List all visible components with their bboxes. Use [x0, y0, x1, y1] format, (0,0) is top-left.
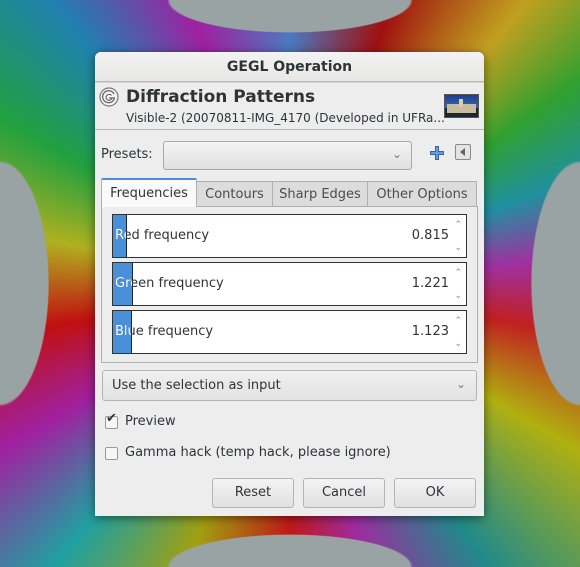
operation-header: Diffraction Patterns Visible-2 (20070811…	[95, 82, 484, 130]
checkmark-icon: ✔	[106, 411, 117, 426]
chevron-down-icon: ⌄	[391, 147, 402, 161]
gamma-hack-label: Gamma hack (temp hack, please ignore)	[125, 445, 391, 460]
tab-sharp-edges[interactable]: Sharp Edges	[272, 181, 368, 206]
blue-frequency-slider[interactable]: Blue frequency Blue frequency 1.123 ⌃ ⌄	[112, 310, 467, 354]
gegl-operation-dialog: GEGL Operation Diffraction Patterns Visi…	[95, 52, 484, 516]
input-source-value: Use the selection as input	[112, 378, 281, 393]
tab-bar: Frequencies Contours Sharp Edges Other O…	[101, 178, 478, 207]
checkbox-box[interactable]	[105, 447, 118, 460]
image-thumbnail	[444, 94, 479, 118]
frequencies-page: Red frequency Red frequency 0.815 ⌃ ⌄ Gr…	[101, 206, 478, 363]
operation-subtitle: Visible-2 (20070811-IMG_4170 (Developed …	[126, 111, 445, 125]
chevron-up-icon[interactable]: ⌃	[454, 317, 462, 326]
slider-label-overlay: Red frequency	[115, 228, 126, 243]
presets-menu-icon[interactable]	[455, 144, 471, 160]
slider-label-overlay: Blue frequency	[115, 324, 131, 339]
operation-title: Diffraction Patterns	[126, 87, 316, 107]
plus-icon[interactable]	[429, 145, 445, 161]
chevron-down-icon: ⌄	[455, 377, 466, 391]
slider-label: Red frequency	[115, 228, 210, 243]
thumbnail-tower	[459, 99, 463, 107]
input-source-combo[interactable]: Use the selection as input ⌄	[102, 370, 477, 401]
chevron-down-icon[interactable]: ⌄	[454, 244, 462, 253]
cancel-button[interactable]: Cancel	[303, 478, 385, 508]
tab-contours[interactable]: Contours	[196, 181, 273, 206]
chevron-up-icon[interactable]: ⌃	[454, 269, 462, 278]
gegl-spiral-icon	[99, 87, 119, 107]
ok-button[interactable]: OK	[394, 478, 476, 508]
window-title: GEGL Operation	[95, 52, 484, 82]
presets-label: Presets:	[101, 147, 153, 162]
slider-value: 1.123	[411, 324, 449, 339]
settings-notebook: Frequencies Contours Sharp Edges Other O…	[101, 178, 478, 363]
chevron-down-icon[interactable]: ⌄	[454, 292, 462, 301]
chevron-up-icon[interactable]: ⌃	[454, 221, 462, 230]
preview-label: Preview	[125, 414, 176, 429]
presets-row: Presets: ⌄	[101, 141, 481, 171]
tab-other-options[interactable]: Other Options	[367, 181, 477, 206]
presets-combo[interactable]: ⌄	[163, 141, 412, 170]
red-frequency-slider[interactable]: Red frequency Red frequency 0.815 ⌃ ⌄	[112, 214, 467, 258]
slider-label-overlay: Green frequency	[115, 276, 132, 291]
slider-value: 1.221	[411, 276, 449, 291]
tab-frequencies[interactable]: Frequencies	[101, 178, 197, 207]
reset-button[interactable]: Reset	[212, 478, 294, 508]
green-frequency-slider[interactable]: Green frequency Green frequency 1.221 ⌃ …	[112, 262, 467, 306]
slider-value: 0.815	[411, 228, 449, 243]
chevron-down-icon[interactable]: ⌄	[454, 340, 462, 349]
